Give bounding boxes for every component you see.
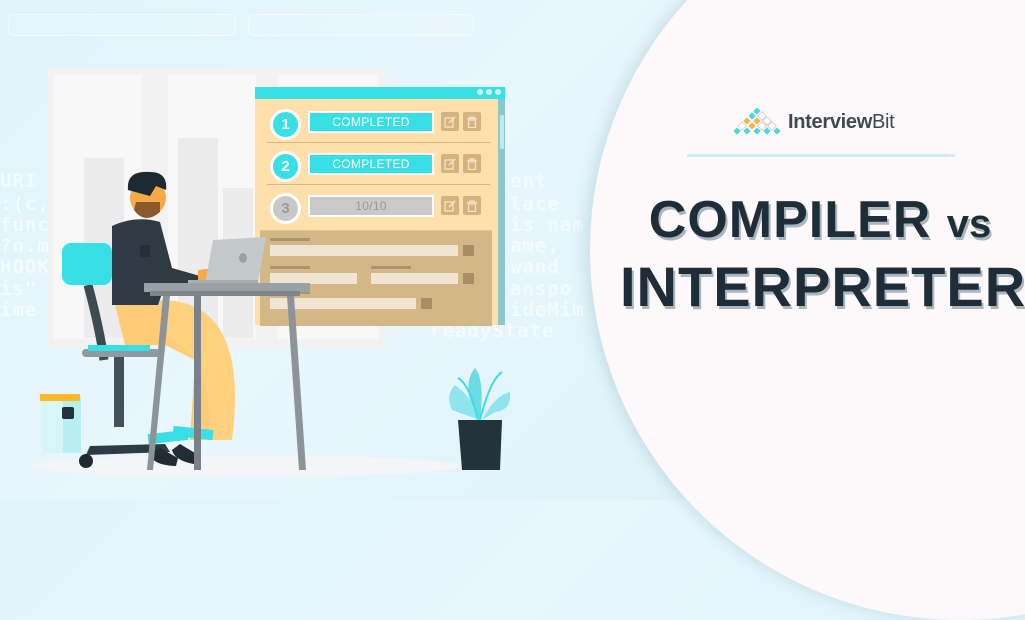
brand-name-bold: Interview [788, 110, 872, 133]
trash-bin [40, 394, 81, 453]
headline-compiler: COMPILER [648, 191, 932, 249]
developer-person [112, 171, 235, 466]
interviewbit-logo-icon [732, 108, 782, 136]
brand-logo[interactable]: InterviewBit [732, 108, 895, 136]
developer-illustration [40, 171, 511, 470]
brand-name: InterviewBit [788, 110, 895, 134]
potted-plant [449, 368, 511, 470]
brand-name-light: Bit [872, 110, 895, 133]
logo-divider [687, 154, 955, 157]
headline-line-1: COMPILER vs [620, 190, 1020, 250]
headline-vs: vs [946, 202, 992, 246]
headline-line-2: INTERPRETER [620, 255, 1025, 318]
